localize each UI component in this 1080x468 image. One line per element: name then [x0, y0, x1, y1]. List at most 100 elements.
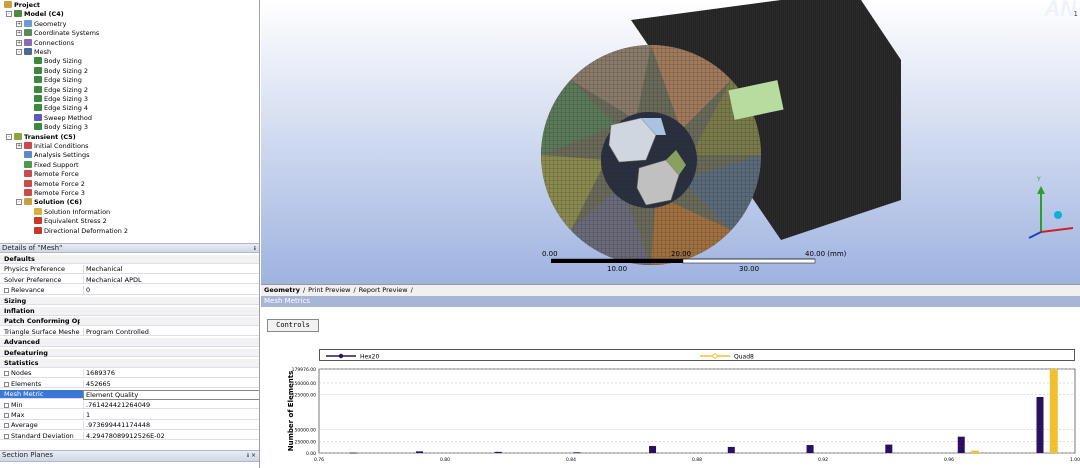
tree-node[interactable]: Edge Sizing 3 — [34, 95, 88, 103]
tree-toggle[interactable]: - — [6, 133, 12, 140]
details-row[interactable]: Min .761424421264049 — [0, 400, 259, 410]
details-group-header[interactable]: Advanced — [0, 338, 259, 347]
tree-node[interactable]: Coordinate Systems — [24, 29, 99, 37]
y-tick-label: 50000.00 — [295, 428, 317, 434]
tree-node[interactable]: Solution Information — [34, 207, 110, 216]
tree-node[interactable]: Solution (C6) — [24, 198, 82, 206]
details-group-header[interactable]: Defeaturing — [0, 348, 259, 358]
tree-node[interactable]: Mesh — [24, 48, 51, 56]
tree-node[interactable]: Body Sizing 2 — [34, 66, 88, 75]
tree-toggle[interactable]: - — [16, 49, 22, 55]
x-tick-label: 0.92 — [818, 457, 828, 463]
tree-node[interactable]: Model (C4) — [14, 10, 64, 18]
tree-node-label: Equivalent Stress 2 — [44, 217, 107, 226]
parameter-checkbox[interactable] — [4, 423, 9, 429]
scale-bar — [551, 258, 816, 264]
tree-node[interactable]: Project — [4, 1, 40, 9]
parameter-checkbox[interactable] — [4, 381, 9, 387]
details-key: Defaults — [4, 255, 80, 263]
tree-toggle[interactable]: + — [16, 143, 22, 149]
tree-node[interactable]: Edge Sizing 4 — [34, 104, 88, 112]
y-tick-label: 150000.00 — [292, 381, 316, 387]
parameter-checkbox[interactable] — [4, 402, 9, 408]
details-key-text: Min — [11, 400, 23, 409]
details-group-header[interactable]: Statistics — [0, 359, 259, 368]
details-title: Details of "Mesh" — [2, 244, 63, 252]
tree-node[interactable]: Equivalent Stress 2 — [34, 217, 107, 225]
tree-node[interactable]: Transient (C5) — [14, 132, 76, 141]
controls-button[interactable]: Controls — [267, 319, 319, 332]
bar-hex20 — [649, 445, 657, 453]
details-group-header[interactable]: Defaults — [0, 255, 259, 264]
tree-node-label: Geometry — [34, 19, 67, 28]
bar-hex20 — [494, 451, 502, 453]
details-value[interactable]: Element Quality — [83, 390, 259, 401]
tree-toggle[interactable]: + — [16, 39, 22, 46]
tree-toggle[interactable]: + — [16, 30, 22, 37]
details-key: Min — [4, 401, 80, 409]
tree-node[interactable]: Geometry — [24, 19, 67, 28]
tree-node[interactable]: Body Sizing — [34, 57, 82, 65]
tree-node[interactable]: Body Sizing 3 — [34, 123, 88, 131]
section-planes-controls[interactable]: ᵻ × — [247, 451, 256, 460]
tree-node-label: Edge Sizing 4 — [44, 104, 89, 113]
pin-icon[interactable]: ᵻ — [254, 244, 256, 253]
details-group-header[interactable]: Patch Conforming Options — [0, 317, 259, 326]
bar-hex20 — [806, 445, 814, 453]
details-key-text: Solver Preference — [4, 275, 62, 284]
y-tick-label: 25000.00 — [295, 439, 317, 445]
y-tick-label: 125000.00 — [292, 393, 316, 399]
tree-node[interactable]: Sweep Method — [34, 113, 92, 122]
details-row[interactable]: Physics Preference Mechanical — [0, 265, 259, 274]
details-row[interactable]: Relevance 0 — [0, 286, 259, 295]
bar-hex20 — [727, 446, 735, 453]
tree-node-label: Edge Sizing — [44, 76, 82, 85]
details-key: Physics Preference — [4, 265, 80, 273]
tree-toggle[interactable]: - — [16, 199, 22, 206]
tree-toggle[interactable]: - — [6, 11, 12, 18]
tree-node[interactable]: Analysis Settings — [24, 151, 90, 159]
tree-node[interactable]: Connections — [24, 38, 74, 47]
tree-node[interactable]: Fixed Support — [24, 160, 79, 169]
tree-node[interactable]: Directional Deformation 2 — [34, 226, 128, 235]
scale-sub-0: 10.00 — [607, 265, 628, 273]
x-tick-label: 0.84 — [566, 457, 576, 463]
details-row[interactable]: Max 1 — [0, 411, 259, 420]
tree-node[interactable]: Remote Force 3 — [24, 189, 85, 197]
details-row[interactable]: Solver Preference Mechanical APDL — [0, 275, 259, 285]
tab-print-preview[interactable]: Print Preview — [305, 286, 353, 294]
details-row[interactable]: Standard Deviation 4.29478089912526E-02 — [0, 431, 259, 441]
bar-hex20 — [349, 452, 357, 454]
scale-label-1: 20.00 — [671, 250, 692, 258]
details-key: Solver Preference — [4, 276, 80, 284]
parameter-checkbox[interactable] — [4, 433, 9, 439]
details-table: Defaults Physics Preference Mechanical Solv… — [0, 255, 259, 445]
details-key-text: Relevance — [11, 286, 45, 295]
tree-node[interactable]: Edge Sizing — [34, 76, 82, 84]
parameter-checkbox[interactable] — [4, 371, 9, 377]
details-row[interactable]: Average .973699441174448 — [0, 421, 259, 430]
tab-geometry[interactable]: Geometry — [261, 286, 303, 294]
parameter-checkbox[interactable] — [4, 288, 9, 294]
tab-report-preview[interactable]: Report Preview — [356, 286, 411, 294]
tree-node[interactable]: Edge Sizing 2 — [34, 85, 88, 94]
left-panel: Project - Model (C4) + Geometry + Coordinate S… — [0, 0, 260, 468]
details-row[interactable]: Nodes 1689376 — [0, 369, 259, 378]
y-axis-label: Y — [1037, 176, 1041, 183]
tree-toggle[interactable]: + — [16, 20, 22, 27]
details-key: Defeaturing — [4, 349, 80, 357]
details-row[interactable]: Elements 452665 — [0, 379, 259, 389]
chart-legend: Hex20 Quad8 — [319, 349, 1075, 361]
details-row[interactable]: Mesh Metric Element Quality — [0, 390, 259, 401]
tree-node[interactable]: Initial Conditions — [24, 142, 88, 150]
graphics-viewport[interactable]: AN 1 0.00 20.00 40.00 (mm) 10.00 30.00 Y — [261, 0, 1080, 284]
details-key-text: Triangle Surface Mesher — [4, 327, 80, 336]
tree-node-icon — [34, 123, 42, 131]
details-key-text: Defeaturing — [4, 348, 48, 357]
parameter-checkbox[interactable] — [4, 413, 9, 418]
details-group-header[interactable]: Sizing — [0, 296, 259, 306]
tree-node[interactable]: Remote Force 2 — [24, 179, 85, 188]
tree-node[interactable]: Remote Force — [24, 170, 79, 178]
details-row[interactable]: Triangle Surface Mesher Program Controlle… — [0, 327, 259, 337]
details-group-header[interactable]: Inflation — [0, 307, 259, 316]
